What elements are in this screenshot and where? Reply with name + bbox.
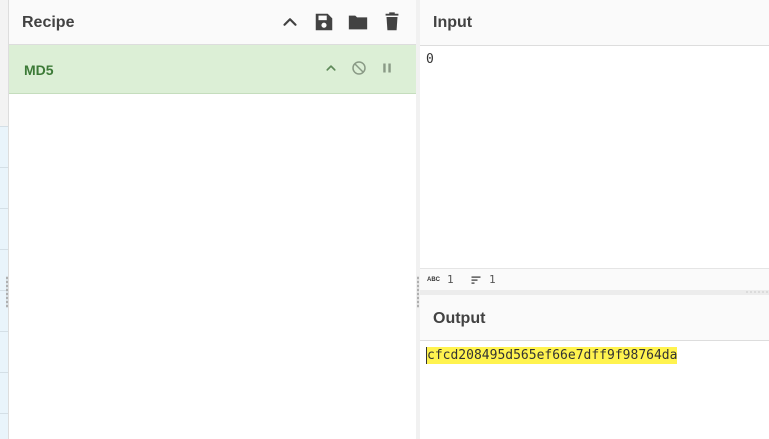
recipe-header: Recipe — [9, 0, 416, 45]
edge-line — [0, 126, 8, 127]
chevron-up-icon[interactable] — [322, 59, 340, 77]
input-status-bar: ABC 1 1 — [420, 268, 769, 290]
operation-name: MD5 — [24, 62, 54, 78]
edge-line — [0, 249, 8, 250]
sort-lines-icon — [470, 274, 482, 286]
input-pane: Input 0 ABC 1 1 — [420, 0, 769, 290]
recipe-title: Recipe — [22, 14, 75, 31]
recipe-operation-md5[interactable]: MD5 — [9, 45, 416, 94]
input-lines-value: 1 — [489, 273, 496, 286]
output-title: Output — [433, 310, 486, 327]
resize-handle[interactable] — [417, 276, 419, 308]
output-header: Output — [420, 295, 769, 341]
edge-line — [0, 372, 8, 373]
input-lines-status: 1 — [470, 273, 496, 286]
disable-icon[interactable] — [350, 59, 368, 77]
cyberchef-app: Recipe MD5 Input 0 ABC 1 1 Output cfcd20… — [0, 0, 769, 439]
recipe-pane: Recipe MD5 — [9, 0, 417, 439]
edge-line — [0, 167, 8, 168]
output-textarea[interactable]: cfcd208495d565ef66e7dff9f98764da — [426, 347, 678, 364]
folder-icon[interactable] — [347, 11, 369, 33]
input-header: Input — [420, 0, 769, 46]
abc-icon: ABC — [427, 276, 440, 283]
input-length-status: ABC 1 — [427, 273, 454, 286]
edge-line — [0, 331, 8, 332]
chevron-up-icon[interactable] — [279, 11, 301, 33]
input-textarea[interactable]: 0 — [426, 52, 434, 67]
resize-handle[interactable] — [745, 291, 769, 293]
operations-edge — [0, 0, 9, 439]
save-icon[interactable] — [313, 11, 335, 33]
output-pane: Output cfcd208495d565ef66e7dff9f98764da — [420, 295, 769, 439]
trash-icon[interactable] — [381, 11, 403, 33]
edge-line — [0, 208, 8, 209]
edge-line — [0, 413, 8, 414]
input-title: Input — [433, 14, 473, 31]
pause-icon[interactable] — [378, 59, 396, 77]
column-resize-handle[interactable] — [6, 276, 8, 308]
input-length-value: 1 — [447, 273, 454, 286]
